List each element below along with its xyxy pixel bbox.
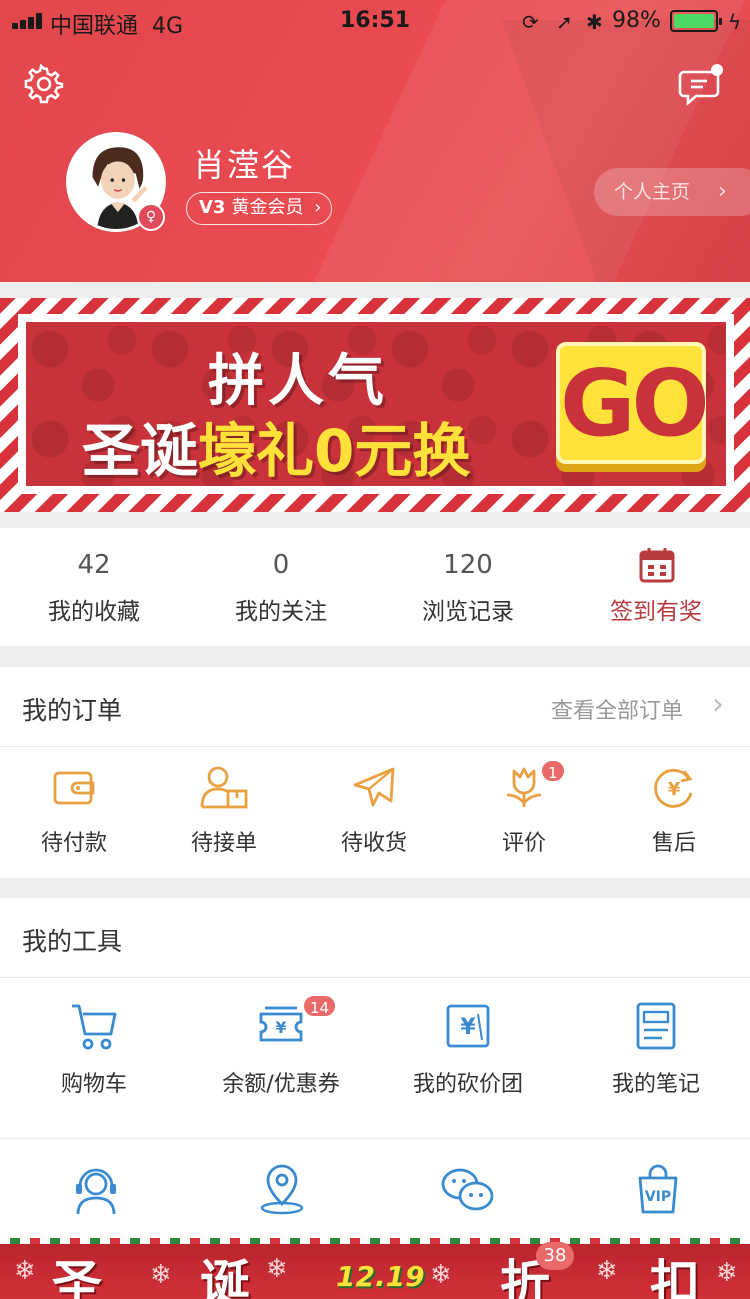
snowflake-icon: ❄ [716,1258,738,1288]
garland-decoration [0,1238,750,1244]
order-review[interactable]: 评价 1 [474,759,574,857]
snowflake-icon: ❄ [150,1260,172,1290]
svg-text:¥: ¥ [460,1015,476,1040]
profile-header: 中国联通 4G 16:51 ⟳ ➚ ✱ 98% ϟ ♀ 肖滢谷 V3 黄金会员 … [0,0,750,282]
location-icon [260,1164,304,1215]
svg-text:¥: ¥ [275,1018,286,1037]
orders-header[interactable]: 我的订单 查看全部订单 › [0,667,750,747]
snowflake-icon: ❄ [596,1256,618,1286]
banner-subheadline: 圣诞壕礼0元换 [82,417,471,485]
stat-history[interactable]: 120 浏览记录 [374,528,562,646]
review-count-badge: 1 [540,759,566,783]
order-pending-receipt[interactable]: 待收货 [324,765,424,857]
vip-bag-icon: VIP [638,1164,678,1214]
vip-text: VIP [645,1189,671,1205]
stat-favorites[interactable]: 42 我的收藏 [0,528,188,646]
message-bubble-icon[interactable] [678,62,724,108]
orders-section: 我的订单 查看全部订单 › 待付款 待接单 待收货 评价 1 ¥ 售后 [0,667,750,878]
yen-tag-icon: ¥ [446,1004,490,1048]
yen-refresh-icon: ¥ [654,768,693,808]
banner-go-button[interactable]: GO [556,342,710,464]
calendar-icon [639,548,675,583]
snowflake-icon: ❄ [266,1254,288,1284]
charging-icon: ϟ [728,10,742,34]
notebook-icon [636,1002,676,1050]
orders-title: 我的订单 [22,696,123,725]
tools-header: 我的工具 [0,898,750,978]
chevron-right-icon: › [314,197,322,218]
location-arrow-icon: ➚ [556,10,573,34]
tool-vip-member[interactable]: VIP [630,1164,686,1216]
festive-char: 圣 [52,1255,102,1299]
tool-bargain-group[interactable]: ¥ 我的砍价团 [406,1000,530,1098]
christmas-promo-banner[interactable]: 拼人气 圣诞壕礼0元换 GO [0,298,750,512]
cart-icon [72,1004,117,1050]
divider [0,1138,750,1139]
festive-char: 扣 [650,1255,700,1299]
rotation-lock-icon: ⟳ [522,10,539,34]
tool-my-notes[interactable]: 我的笔记 [606,1000,706,1098]
coupon-icon: ¥ [259,1006,303,1042]
personal-homepage-button[interactable]: 个人主页 › [594,168,750,216]
festive-date: 12.19 [336,1260,425,1293]
battery-icon [670,10,722,32]
order-after-sales[interactable]: ¥ 售后 [624,765,724,857]
person-box-icon [200,766,248,809]
wechat-icon [441,1168,494,1211]
tool-customer-service[interactable] [68,1164,124,1216]
tool-balance-coupons[interactable]: ¥ 余额/优惠券 14 [206,994,356,1098]
battery-percent: 98% [612,8,661,33]
stat-following[interactable]: 0 我的关注 [187,528,375,646]
tool-wechat[interactable] [440,1164,496,1216]
tools-title: 我的工具 [22,927,123,956]
svg-text:¥: ¥ [668,779,681,800]
chevron-right-icon: › [712,687,724,722]
member-level: V3 [199,197,226,218]
christmas-discount-strip[interactable]: ❄ ❄ ❄ ❄ ❄ ❄ 圣 诞 12.19 折 38 扣 [0,1238,750,1299]
tool-address[interactable] [254,1164,310,1216]
stat-check-in[interactable]: 签到有奖 [562,528,750,646]
membership-level-badge[interactable]: V3 黄金会员 › [186,192,333,225]
bluetooth-icon: ✱ [586,10,603,34]
status-bar: 中国联通 4G 16:51 ⟳ ➚ ✱ 98% ϟ [0,0,750,40]
support-icon [76,1168,116,1215]
tools-section: 我的工具 购物车 ¥ 余额/优惠券 14 ¥ 我的砍价团 我的笔记 VIP [0,898,750,1238]
snowflake-icon: ❄ [14,1256,36,1286]
wallet-icon [53,771,95,805]
membership-name: 黄金会员 [231,197,304,218]
stats-bar: 42 我的收藏 0 我的关注 120 浏览记录 签到有奖 [0,528,750,646]
homepage-label: 个人主页 [614,181,691,203]
username: 肖滢谷 [193,146,296,184]
festive-count-badge: 38 [536,1242,574,1270]
female-gender-icon: ♀ [137,203,165,231]
view-all-orders-link[interactable]: 查看全部订单 [551,693,683,725]
chevron-right-icon: › [718,179,727,204]
order-pending-payment[interactable]: 待付款 [24,765,124,857]
festive-char: 诞 [200,1255,250,1299]
plane-icon [353,767,395,807]
tool-shopping-cart[interactable]: 购物车 [44,1000,144,1098]
settings-gear-icon[interactable] [24,64,64,104]
order-pending-accept[interactable]: 待接单 [174,765,274,857]
snowflake-icon: ❄ [430,1260,452,1290]
coupon-count-badge: 14 [302,994,338,1018]
